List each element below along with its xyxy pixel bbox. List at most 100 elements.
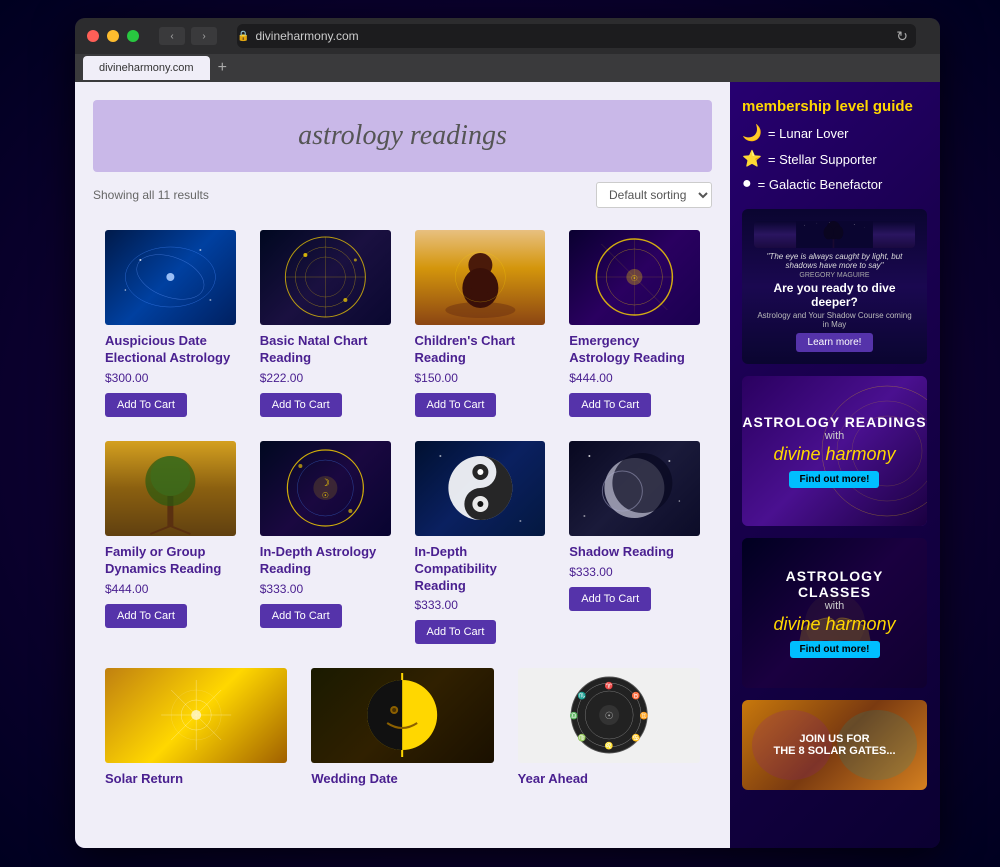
product-image — [311, 668, 493, 763]
stellar-label: = Stellar Supporter — [768, 152, 877, 167]
product-title: Year Ahead — [518, 771, 588, 788]
sort-select[interactable]: Default sorting — [596, 182, 712, 208]
product-image: ☉ — [569, 230, 700, 325]
lunar-icon: 🌙 — [742, 123, 762, 143]
browser-window: ‹ › 🔒 divineharmony.com ↻ divineharmony.… — [75, 18, 940, 848]
main-content: astrology readings Showing all 11 result… — [75, 82, 730, 848]
membership-guide: membership level guide 🌙 = Lunar Lover ⭐… — [742, 98, 928, 193]
membership-item-stellar: ⭐ = Stellar Supporter — [742, 149, 928, 169]
active-tab[interactable]: divineharmony.com — [83, 56, 210, 80]
lock-icon: 🔒 — [237, 31, 249, 42]
solar-gates-ad: JOIN US FOR THE 8 SOLAR GATES... — [742, 700, 927, 790]
add-to-cart-button[interactable]: Add To Cart — [260, 604, 342, 628]
product-card: Family or Group Dynamics Reading $444.00… — [93, 429, 248, 657]
product-card: Basic Natal Chart Reading $222.00 Add To… — [248, 218, 403, 429]
add-to-cart-button[interactable]: Add To Cart — [260, 393, 342, 417]
product-price: $222.00 — [260, 371, 303, 385]
add-to-cart-button[interactable]: Add To Cart — [569, 393, 651, 417]
svg-text:♈: ♈ — [604, 681, 613, 690]
quote-author: GREGORY MAGUIRE — [799, 272, 869, 279]
product-image — [105, 441, 236, 536]
new-tab-btn[interactable]: + — [218, 59, 227, 77]
learn-more-button[interactable]: Learn more! — [796, 333, 874, 352]
page-header: astrology readings — [93, 100, 712, 172]
product-title: Family or Group Dynamics Reading — [105, 544, 236, 578]
product-card: Shadow Reading $333.00 Add To Cart — [557, 429, 712, 657]
product-price: $300.00 — [105, 371, 148, 385]
product-title: Children's Chart Reading — [415, 333, 546, 367]
product-image — [415, 230, 546, 325]
svg-text:☉: ☉ — [604, 711, 613, 722]
svg-text:♉: ♉ — [631, 691, 640, 700]
svg-text:♌: ♌ — [604, 741, 613, 750]
galactic-label: = Galactic Benefactor — [758, 177, 883, 192]
svg-text:♋: ♋ — [631, 733, 640, 742]
readings-find-out-btn[interactable]: Find out more! — [789, 471, 879, 488]
svg-text:☽: ☽ — [321, 478, 330, 489]
svg-text:♊: ♊ — [639, 711, 648, 720]
reload-btn[interactable]: ↻ — [896, 28, 908, 45]
product-card: Solar Return — [93, 656, 299, 804]
product-card: Children's Chart Reading $150.00 Add To … — [403, 218, 558, 429]
product-image — [105, 230, 236, 325]
product-image — [415, 441, 546, 536]
dive-quote: "The eye is always caught by light, but … — [754, 252, 915, 270]
product-image — [569, 441, 700, 536]
product-title: In-Depth Compatibility Reading — [415, 544, 546, 595]
add-to-cart-button[interactable]: Add To Cart — [105, 604, 187, 628]
add-to-cart-button[interactable]: Add To Cart — [415, 393, 497, 417]
window-content: astrology readings Showing all 11 result… — [75, 82, 940, 848]
product-price: $333.00 — [415, 598, 458, 612]
add-to-cart-button[interactable]: Add To Cart — [105, 393, 187, 417]
minimize-window-btn[interactable] — [107, 30, 119, 42]
membership-item-lunar: 🌙 = Lunar Lover — [742, 123, 928, 143]
products-grid-row3: Solar Return — [75, 656, 730, 824]
products-bar: Showing all 11 results Default sorting — [75, 172, 730, 218]
galactic-icon: ● — [742, 175, 752, 193]
product-card: Auspicious Date Electional Astrology $30… — [93, 218, 248, 429]
classes-find-out-btn[interactable]: Find out more! — [790, 641, 880, 658]
product-title: Basic Natal Chart Reading — [260, 333, 391, 367]
product-image: ☽ ☉ — [260, 441, 391, 536]
product-title: Auspicious Date Electional Astrology — [105, 333, 236, 367]
product-card: ♈ ♉ ♊ ♋ ♌ ♍ ♎ ♏ ☉ Year Ahead — [506, 656, 712, 804]
showing-results: Showing all 11 results — [93, 188, 209, 202]
svg-text:♏: ♏ — [577, 691, 586, 700]
product-title: Wedding Date — [311, 771, 397, 788]
product-price: $333.00 — [569, 565, 612, 579]
product-card: ☉ Emergency Astrology Reading $444.00 Ad… — [557, 218, 712, 429]
readings-ad-title: ASTROLOGY READINGS — [742, 414, 926, 430]
solar-gates-text: JOIN US FOR THE 8 SOLAR GATES... — [773, 733, 895, 757]
solar-gates-title: THE 8 SOLAR GATES... — [773, 745, 895, 757]
page-title: astrology readings — [113, 120, 692, 152]
product-price: $444.00 — [105, 582, 148, 596]
titlebar: ‹ › 🔒 divineharmony.com ↻ — [75, 18, 940, 54]
close-window-btn[interactable] — [87, 30, 99, 42]
classes-ad-subtitle: divine harmony — [773, 614, 895, 635]
dive-deeper-ad: "The eye is always caught by light, but … — [742, 209, 927, 364]
solar-join-text: JOIN US FOR — [773, 733, 895, 745]
add-to-cart-button[interactable]: Add To Cart — [569, 587, 651, 611]
classes-ad-title: ASTROLOGY CLASSES — [752, 568, 917, 600]
svg-text:☉: ☉ — [631, 274, 638, 283]
maximize-window-btn[interactable] — [127, 30, 139, 42]
svg-text:♍: ♍ — [577, 733, 586, 742]
products-grid-row1: Auspicious Date Electional Astrology $30… — [75, 218, 730, 429]
add-to-cart-button[interactable]: Add To Cart — [415, 620, 497, 644]
nav-buttons: ‹ › — [159, 27, 217, 45]
product-card: Wedding Date — [299, 656, 505, 804]
product-title: Solar Return — [105, 771, 183, 788]
back-btn[interactable]: ‹ — [159, 27, 185, 45]
forward-btn[interactable]: › — [191, 27, 217, 45]
readings-ad: ASTROLOGY READINGS with divine harmony F… — [742, 376, 927, 526]
url-text: divineharmony.com — [255, 29, 358, 43]
product-price: $333.00 — [260, 582, 303, 596]
lunar-label: = Lunar Lover — [768, 126, 849, 141]
product-price: $150.00 — [415, 371, 458, 385]
svg-text:☉: ☉ — [322, 491, 329, 500]
product-image — [105, 668, 287, 763]
product-image: ♈ ♉ ♊ ♋ ♌ ♍ ♎ ♏ ☉ — [518, 668, 700, 763]
address-bar[interactable]: 🔒 divineharmony.com ↻ — [237, 24, 916, 48]
readings-ad-with: with — [742, 430, 926, 442]
product-title: Shadow Reading — [569, 544, 674, 561]
